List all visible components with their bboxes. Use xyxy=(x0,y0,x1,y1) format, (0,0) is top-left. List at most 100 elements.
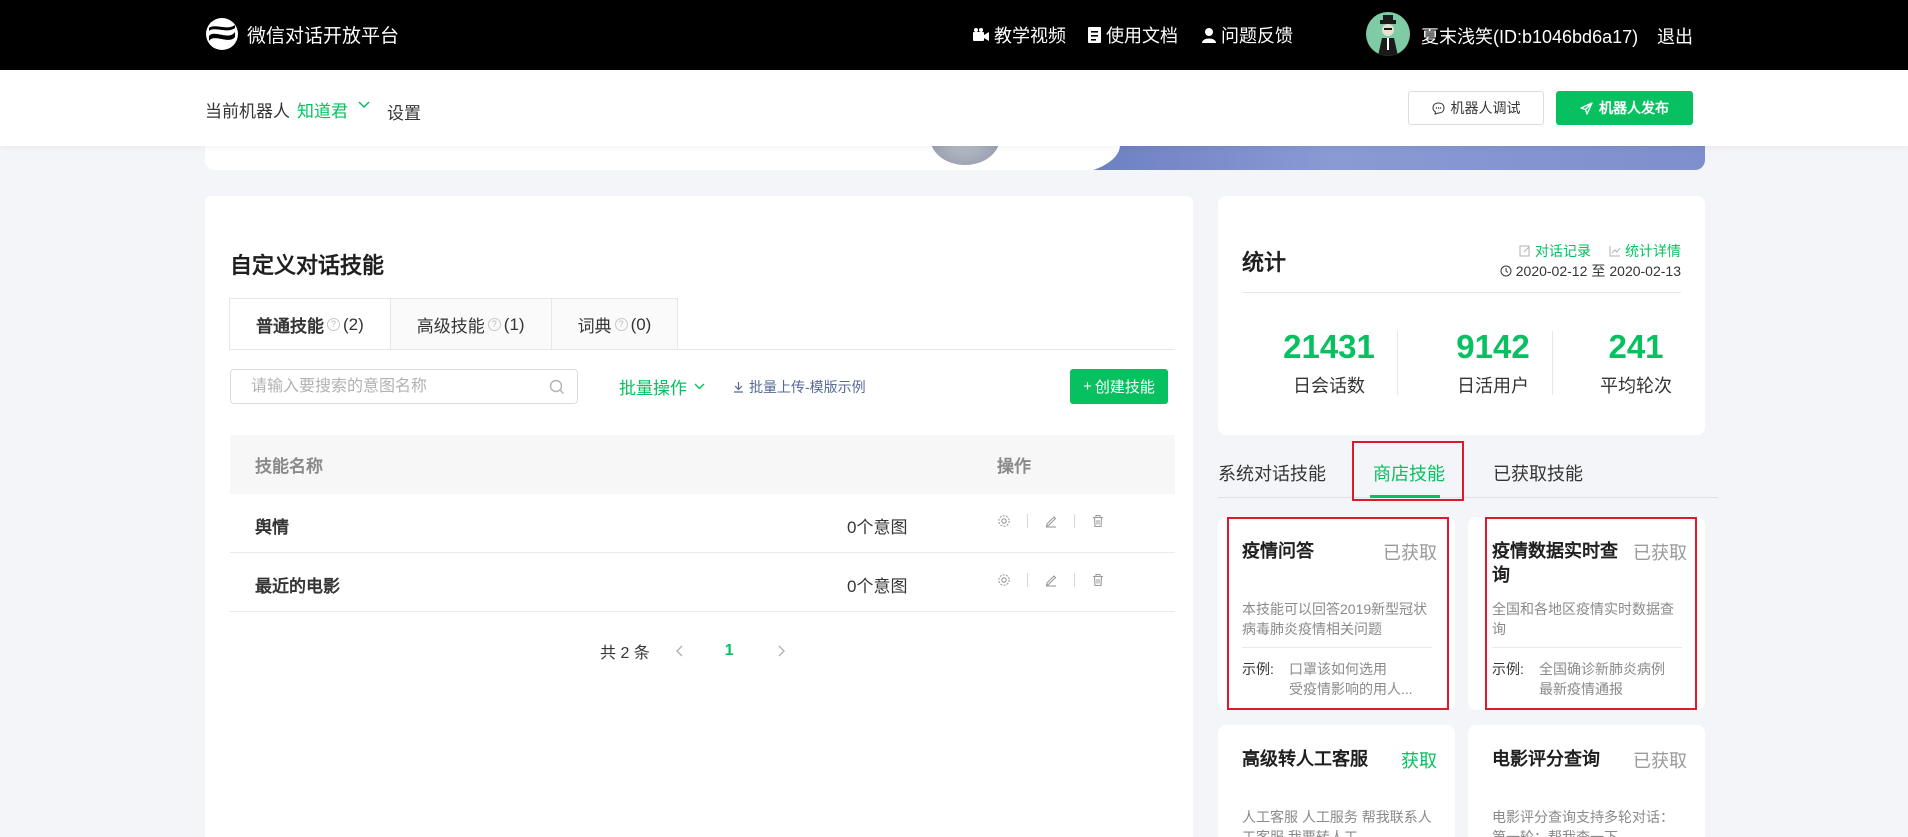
table-row[interactable]: 舆情 0个意图 xyxy=(230,494,1175,553)
statistics-date-range[interactable]: 2020-02-12 至 2020-02-13 xyxy=(1500,261,1681,281)
stat-label: 日活用户 xyxy=(1457,376,1529,396)
video-icon xyxy=(973,28,989,41)
statistics-links: 对话记录 统计详情 xyxy=(1519,241,1681,261)
tab-normal-skills[interactable]: 普通技能 ? (2) xyxy=(229,298,391,350)
user-name[interactable]: 夏末浅笑(ID:b1046bd6a17) xyxy=(1421,23,1638,49)
tab-count: (0) xyxy=(630,314,652,334)
chevron-down-icon[interactable] xyxy=(357,98,371,112)
send-icon xyxy=(1580,101,1593,115)
trash-icon[interactable] xyxy=(1091,573,1105,587)
batch-op-label: 批量操作 xyxy=(619,379,687,398)
robot-settings-link[interactable]: 设置 xyxy=(387,99,421,124)
tabs-divider xyxy=(1218,497,1718,498)
table-row[interactable]: 最近的电影 0个意图 xyxy=(230,553,1175,612)
search-icon[interactable] xyxy=(549,379,565,395)
gear-icon[interactable] xyxy=(997,573,1011,587)
pagination-total: 共 2 条 xyxy=(600,645,650,662)
edit-icon[interactable] xyxy=(1044,573,1058,587)
top-bar: 微信对话开放平台 教学视频 使用文档 问题反馈 夏末浅笑(ID:b1046bd6… xyxy=(0,0,1908,70)
trash-icon[interactable] xyxy=(1091,514,1105,528)
skill-name[interactable]: 舆情 xyxy=(255,513,289,538)
wechat-dialog-logo-icon xyxy=(206,18,238,50)
debug-label: 机器人调试 xyxy=(1450,100,1521,116)
stat-daily-active-users: 9142 日活用户 xyxy=(1418,328,1568,398)
tab-dictionary[interactable]: 词典 ? (0) xyxy=(550,298,679,350)
tab-count: (2) xyxy=(343,314,364,334)
date-separator: 至 xyxy=(1591,263,1606,279)
edit-note-icon xyxy=(1519,245,1530,257)
current-robot-name[interactable]: 知道君 xyxy=(297,97,348,122)
row-actions xyxy=(997,573,1105,587)
stat-label: 日会话数 xyxy=(1293,376,1365,396)
app-logo[interactable]: 微信对话开放平台 xyxy=(205,17,399,51)
stat-daily-sessions: 21431 日会话数 xyxy=(1254,328,1404,398)
stat-value: 21431 xyxy=(1283,328,1375,365)
tab-advanced-skills[interactable]: 高级技能 ? (1) xyxy=(389,298,552,350)
intent-search xyxy=(230,369,578,404)
help-icon[interactable]: ? xyxy=(327,318,340,331)
statistics-panel: 统计 对话记录 统计详情 2020-02-12 至 2020-02-13 214… xyxy=(1218,196,1705,435)
stat-value: 9142 xyxy=(1456,328,1530,365)
dialog-records-link[interactable]: 对话记录 xyxy=(1519,241,1591,261)
table-header: 技能名称 操作 xyxy=(230,435,1175,494)
divider xyxy=(1027,514,1028,528)
create-skill-label: 创建技能 xyxy=(1094,379,1155,396)
nav-feedback[interactable]: 问题反馈 xyxy=(1202,22,1293,48)
divider xyxy=(1074,573,1075,587)
statistics-divider xyxy=(1242,292,1681,293)
robot-publish-button[interactable]: 机器人发布 xyxy=(1556,91,1693,125)
chat-bubble-icon xyxy=(1431,101,1445,115)
skill-card[interactable]: 高级转人工客服 获取 人工客服 人工服务 帮我联系人工客服 我要转人工 xyxy=(1218,725,1455,837)
pagination: 共 2 条 1 xyxy=(600,639,786,663)
batch-operation-dropdown[interactable]: 批量操作 xyxy=(619,374,706,399)
gear-icon[interactable] xyxy=(997,514,1011,528)
avatar-figure-icon xyxy=(1378,15,1398,56)
intent-search-input[interactable] xyxy=(231,370,531,403)
skill-card[interactable]: 电影评分查询 已获取 电影评分查询支持多轮对话：第一轮：帮我查一下 xyxy=(1468,725,1705,837)
skill-store-tabs: 系统对话技能 商店技能 已获取技能 xyxy=(1218,455,1718,498)
robot-header: 当前机器人 知道君 设置 机器人调试 机器人发布 xyxy=(0,70,1908,146)
nav-label: 使用文档 xyxy=(1106,26,1178,46)
divider xyxy=(1027,573,1028,587)
divider xyxy=(1074,514,1075,528)
plus-icon: + xyxy=(1083,378,1092,395)
create-skill-button[interactable]: + 创建技能 xyxy=(1070,369,1168,404)
line-chart-icon xyxy=(1609,246,1621,257)
help-icon[interactable]: ? xyxy=(487,318,501,331)
divider xyxy=(1552,331,1553,395)
batch-upload-template-link[interactable]: 批量上传-模版示例 xyxy=(733,377,866,397)
tab-acquired-skills[interactable]: 已获取技能 xyxy=(1493,460,1583,486)
tab-label: 普通技能 xyxy=(256,317,324,336)
skill-card-description: 人工客服 人工服务 帮我联系人工客服 我要转人工 xyxy=(1242,809,1432,837)
help-icon[interactable]: ? xyxy=(614,318,628,331)
skill-name[interactable]: 最近的电影 xyxy=(255,572,340,597)
download-icon xyxy=(734,382,743,393)
chevron-right-icon[interactable] xyxy=(776,645,786,657)
skill-card-description: 电影评分查询支持多轮对话：第一轮：帮我查一下 xyxy=(1492,809,1674,837)
tab-system-skills[interactable]: 系统对话技能 xyxy=(1218,460,1326,486)
column-header-skill-name: 技能名称 xyxy=(255,457,323,476)
nav-label: 教学视频 xyxy=(994,26,1066,46)
tab-count: (1) xyxy=(503,314,525,334)
skill-card-get-button[interactable]: 获取 xyxy=(1401,747,1437,773)
edit-icon[interactable] xyxy=(1044,514,1058,528)
tab-label: 词典 xyxy=(577,317,612,336)
skills-table: 技能名称 操作 舆情 0个意图 最近的电影 0个意图 xyxy=(230,435,1175,612)
nav-documentation[interactable]: 使用文档 xyxy=(1088,22,1178,48)
chevron-left-icon[interactable] xyxy=(675,645,685,657)
stat-label: 平均轮次 xyxy=(1600,376,1672,396)
robot-debug-button[interactable]: 机器人调试 xyxy=(1408,91,1544,125)
row-actions xyxy=(997,514,1105,528)
column-header-actions: 操作 xyxy=(997,457,1031,476)
user-avatar[interactable] xyxy=(1366,12,1410,56)
statistics-details-link[interactable]: 统计详情 xyxy=(1609,241,1681,261)
highlight-box-card xyxy=(1227,517,1449,710)
dialog-records-label: 对话记录 xyxy=(1535,243,1591,259)
logout-link[interactable]: 退出 xyxy=(1657,23,1693,49)
highlight-box-store-tab xyxy=(1352,441,1464,501)
tabs-divider xyxy=(230,349,1175,350)
stat-average-turns: 241 平均轮次 xyxy=(1561,328,1711,398)
page-number-current[interactable]: 1 xyxy=(725,642,734,660)
intent-count: 0个意图 xyxy=(847,518,908,537)
nav-tutorial-video[interactable]: 教学视频 xyxy=(973,22,1066,48)
